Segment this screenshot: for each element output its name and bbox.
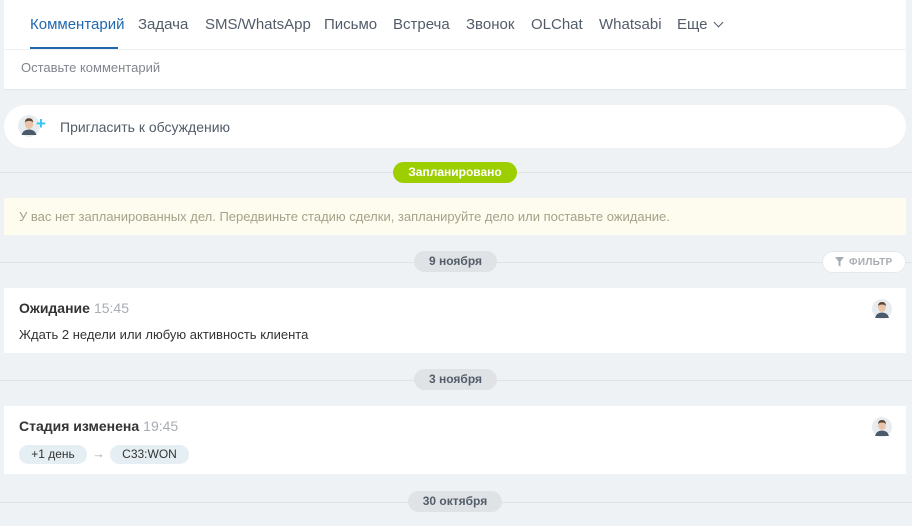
date-badge: 30 октября: [408, 491, 502, 512]
filter-button[interactable]: ФИЛЬТР: [822, 251, 906, 273]
tab-meeting[interactable]: Встреча: [393, 16, 450, 33]
comment-input[interactable]: Оставьте комментарий: [21, 60, 160, 75]
date-badge: 9 ноября: [414, 251, 497, 272]
history-item-time: 19:45: [143, 418, 179, 434]
history-item-title-text: Ожидание: [19, 300, 90, 316]
history-item-wait: Ожидание 15:45 Ждать 2 недели или любую а…: [4, 288, 906, 353]
history-item-title: Стадия изменена 19:45: [19, 418, 178, 434]
avatar[interactable]: [872, 299, 892, 319]
activity-editor: Комментарий Задача SMS/WhatsApp Письмо В…: [4, 0, 906, 90]
tab-email[interactable]: Письмо: [324, 16, 377, 33]
tab-whatsabi[interactable]: Whatsabi: [599, 16, 662, 33]
history-item-text: Ждать 2 недели или любую активность клие…: [19, 327, 309, 342]
stage-from-chip: +1 день: [19, 445, 87, 464]
funnel-icon: [835, 257, 844, 267]
invite-to-discussion-button[interactable]: + Пригласить к обсуждению: [4, 105, 906, 148]
active-tab-indicator: [30, 47, 118, 49]
tab-more[interactable]: Еще: [677, 16, 723, 33]
tab-sms-whatsapp[interactable]: SMS/WhatsApp: [205, 16, 311, 33]
planned-badge: Запланировано: [393, 162, 517, 183]
activity-tabs: Комментарий Задача SMS/WhatsApp Письмо В…: [4, 0, 906, 50]
avatar[interactable]: [872, 417, 892, 437]
history-item-time: 15:45: [93, 300, 129, 316]
plus-icon: +: [36, 114, 46, 133]
tab-call[interactable]: Звонок: [466, 16, 514, 33]
date-badge: 3 ноября: [414, 369, 497, 390]
planned-empty-notice: У вас нет запланированных дел. Передвинь…: [4, 198, 906, 235]
invite-label: Пригласить к обсуждению: [60, 119, 231, 135]
filter-label: ФИЛЬТР: [849, 257, 893, 268]
tab-task[interactable]: Задача: [138, 16, 188, 33]
history-item-title-text: Стадия изменена: [19, 418, 140, 434]
tab-comment[interactable]: Комментарий: [30, 16, 124, 33]
history-item-title: Ожидание 15:45: [19, 300, 129, 316]
tab-more-label: Еще: [677, 16, 708, 33]
stage-to-chip: C33:WON: [110, 445, 189, 464]
tab-olchat[interactable]: OLChat: [531, 16, 583, 33]
history-item-stage-change: Стадия изменена 19:45 +1 день → C33:WON: [4, 406, 906, 474]
chevron-down-icon: [713, 17, 723, 28]
arrow-right-icon: →: [92, 446, 105, 461]
